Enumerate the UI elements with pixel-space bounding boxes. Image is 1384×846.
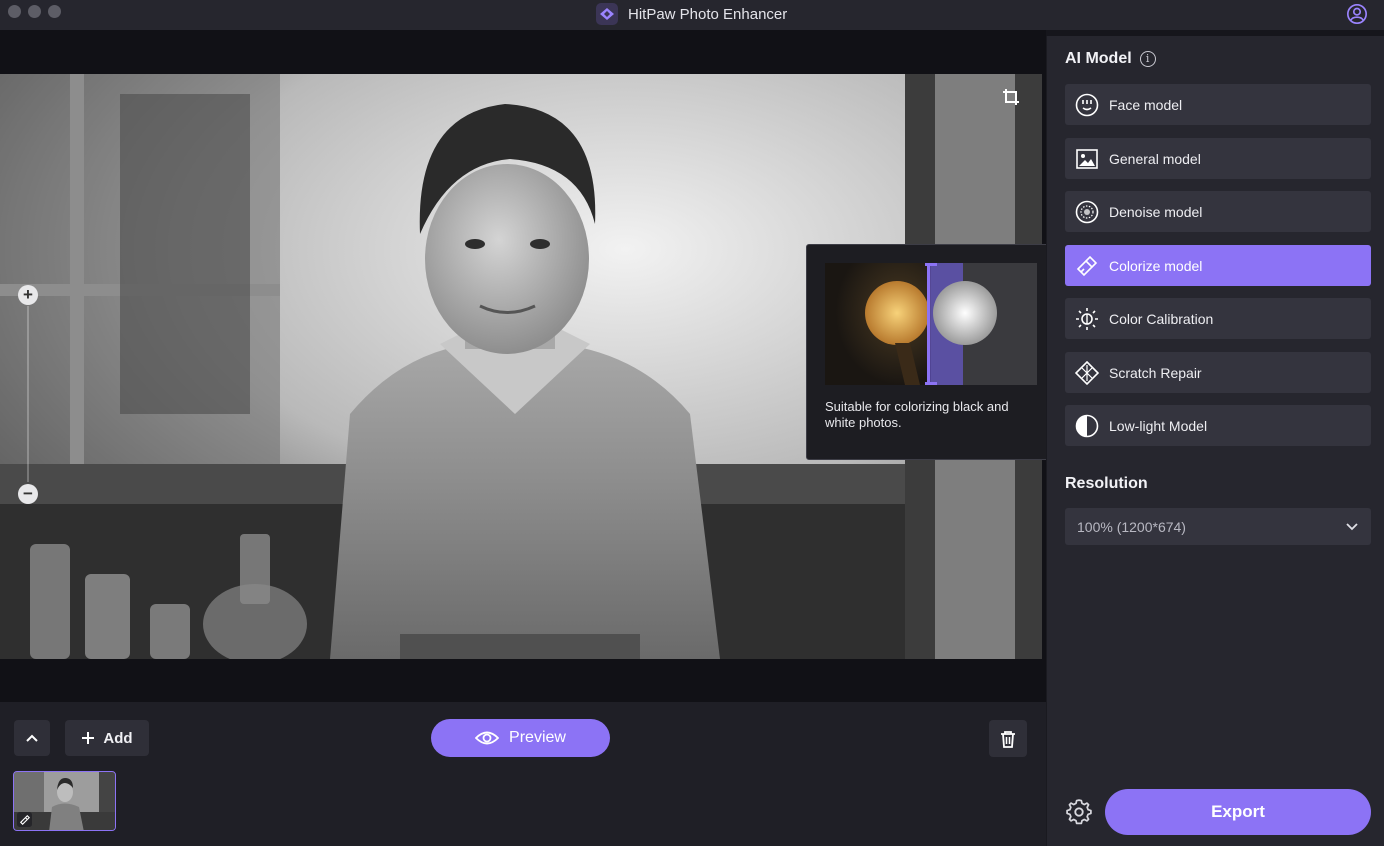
- model-low-light-button[interactable]: Low-light Model: [1065, 405, 1371, 446]
- zoom-out-button[interactable]: −: [18, 484, 38, 504]
- collapse-thumbnails-button[interactable]: [14, 720, 50, 756]
- model-face-button[interactable]: Face model: [1065, 84, 1371, 125]
- crop-button[interactable]: [998, 84, 1024, 110]
- preview-button[interactable]: Preview: [431, 719, 610, 757]
- colorize-sample-image: [825, 263, 1037, 385]
- model-label: Face model: [1109, 96, 1183, 113]
- model-denoise-button[interactable]: Denoise model: [1065, 191, 1371, 232]
- model-tooltip: Suitable for colorizing black and white …: [806, 244, 1055, 460]
- zoom-slider-track[interactable]: [27, 306, 29, 482]
- add-button[interactable]: Add: [65, 720, 149, 756]
- image-thumbnail[interactable]: [13, 771, 116, 831]
- delete-button[interactable]: [989, 720, 1027, 757]
- model-label: Color Calibration: [1109, 310, 1214, 327]
- model-colorize-button[interactable]: Colorize model: [1065, 245, 1371, 286]
- ai-model-title: AI Model: [1065, 50, 1132, 67]
- model-scratch-repair-button[interactable]: Scratch Repair: [1065, 352, 1371, 393]
- chevron-down-icon: [1346, 523, 1358, 531]
- trash-icon: [1001, 730, 1015, 748]
- model-label: General model: [1109, 150, 1201, 167]
- colorize-badge-icon: [17, 812, 32, 827]
- scratch-repair-icon: [1075, 360, 1099, 385]
- face-icon: [1075, 93, 1099, 116]
- resolution-value: 100% (1200*674): [1077, 518, 1186, 535]
- app-title: HitPaw Photo Enhancer: [628, 5, 788, 23]
- maximize-window-button[interactable]: [48, 5, 61, 18]
- minimize-window-button[interactable]: [28, 5, 41, 18]
- resolution-heading: Resolution: [1065, 475, 1148, 493]
- app-logo-icon: [596, 3, 618, 25]
- crop-icon: [1003, 89, 1019, 105]
- model-label: Colorize model: [1109, 257, 1203, 274]
- info-icon[interactable]: i: [1139, 51, 1156, 67]
- close-window-button[interactable]: [8, 5, 21, 18]
- right-panel: AI Model i Face model General model Deno…: [1046, 36, 1384, 846]
- chevron-up-icon: [26, 734, 38, 742]
- export-button[interactable]: Export: [1105, 789, 1371, 835]
- preview-button-label: Preview: [509, 729, 566, 746]
- plus-icon: [82, 732, 95, 744]
- eye-icon: [475, 731, 500, 745]
- title-bar: HitPaw Photo Enhancer: [0, 0, 1384, 30]
- resolution-select[interactable]: 100% (1200*674): [1065, 508, 1371, 545]
- image-icon: [1076, 148, 1098, 169]
- zoom-in-button[interactable]: +: [18, 285, 38, 305]
- denoise-icon: [1075, 200, 1099, 223]
- ai-model-heading: AI Model i: [1065, 50, 1156, 68]
- model-color-calibration-button[interactable]: Color Calibration: [1065, 298, 1371, 339]
- model-label: Low-light Model: [1109, 417, 1208, 434]
- app-title-group: HitPaw Photo Enhancer: [596, 2, 787, 26]
- model-general-button[interactable]: General model: [1065, 138, 1371, 179]
- model-label: Denoise model: [1109, 203, 1203, 220]
- resolution-title: Resolution: [1065, 475, 1148, 492]
- tooltip-description: Suitable for colorizing black and white …: [825, 399, 1009, 430]
- add-button-label: Add: [103, 729, 133, 747]
- half-circle-icon: [1075, 414, 1099, 437]
- bottom-toolbar: Add Preview: [0, 702, 1046, 846]
- gear-icon[interactable]: [1065, 798, 1093, 826]
- model-label: Scratch Repair: [1109, 364, 1202, 381]
- colorize-icon: [1076, 255, 1098, 276]
- sun-calibration-icon: [1076, 307, 1098, 330]
- account-icon[interactable]: [1346, 3, 1368, 25]
